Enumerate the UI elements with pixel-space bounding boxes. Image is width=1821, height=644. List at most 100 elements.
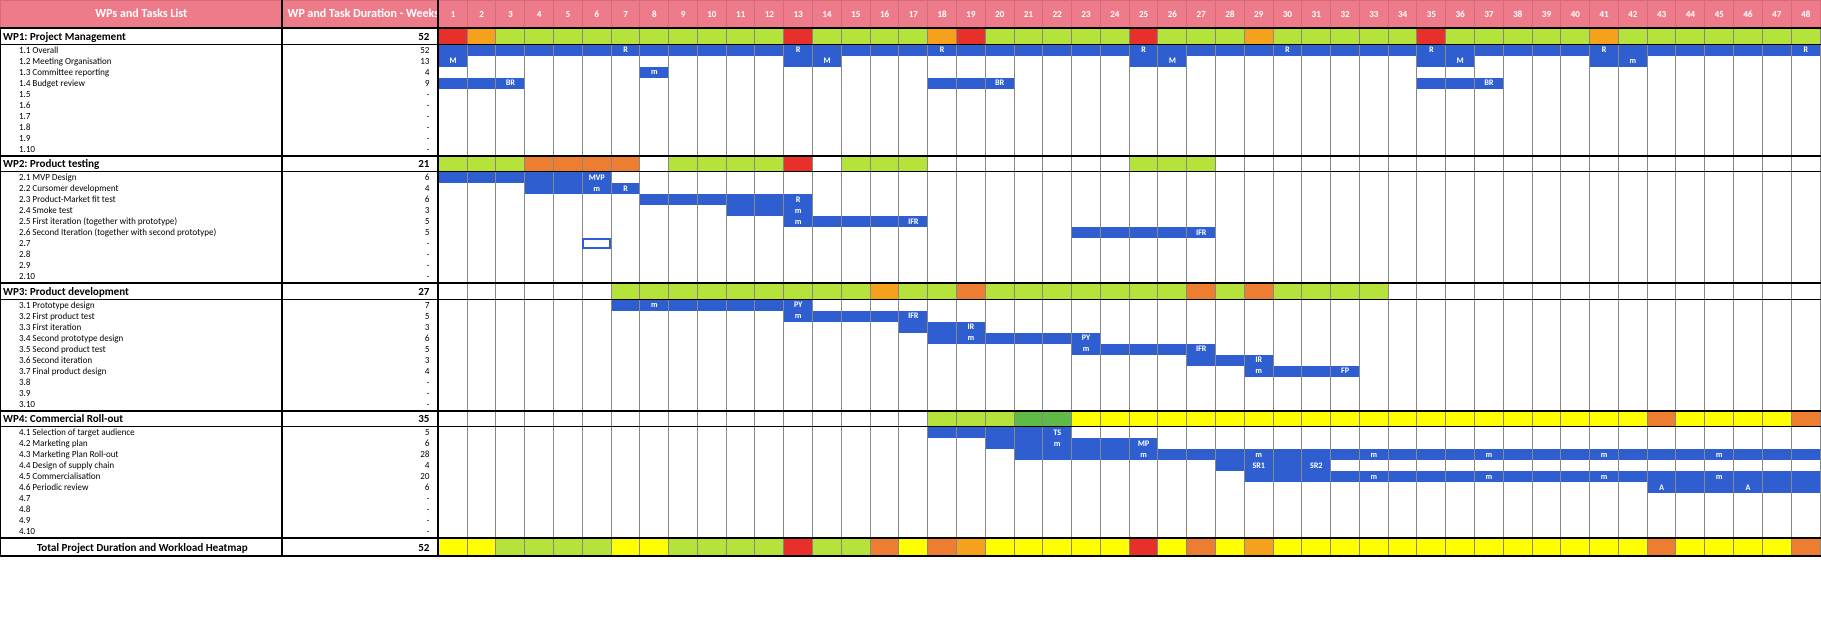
cell: [985, 427, 1014, 439]
cell: [1791, 399, 1820, 411]
task-duration: 7: [282, 299, 438, 311]
cell: [1561, 100, 1590, 111]
cell: [1043, 111, 1072, 122]
cell: [928, 538, 957, 556]
cell: [1590, 100, 1619, 111]
cell: [956, 471, 985, 482]
cell: [582, 449, 611, 460]
cell: [554, 271, 583, 283]
cell: [755, 333, 784, 344]
cell: [1705, 249, 1734, 260]
task-label: 3.8: [1, 377, 283, 388]
cell: [1647, 471, 1676, 482]
task-row: 2.2 Cursomer development4mR: [1, 183, 1821, 194]
cell: [813, 227, 842, 238]
cell: [1561, 526, 1590, 538]
cell: [438, 144, 467, 156]
cell: [611, 260, 640, 271]
cell: [438, 249, 467, 260]
cell: [525, 216, 554, 227]
cell: R: [611, 183, 640, 194]
cell: [1331, 172, 1360, 184]
week-header-20: 20: [985, 1, 1014, 29]
cell: [1187, 366, 1216, 377]
cell: m: [1302, 56, 1331, 67]
cell: [1705, 388, 1734, 399]
cell: [1100, 183, 1129, 194]
cell: [1388, 366, 1417, 377]
cell: [841, 238, 870, 249]
cell: [1331, 111, 1360, 122]
cell: [1072, 89, 1101, 100]
cell: [438, 311, 467, 322]
cell: [1331, 377, 1360, 388]
task-label: 1.9: [1, 133, 283, 144]
cell: [1590, 172, 1619, 184]
task-label: 4.6 Periodic review: [1, 482, 283, 493]
cell: [669, 377, 698, 388]
cell: [1417, 299, 1446, 311]
cell: [1532, 44, 1561, 56]
cell: [841, 89, 870, 100]
cell: [928, 438, 957, 449]
cell: [611, 538, 640, 556]
cell: [1676, 493, 1705, 504]
task-duration: 28: [282, 449, 438, 460]
cell: [1129, 89, 1158, 100]
cell: [697, 271, 726, 283]
cell: [755, 322, 784, 333]
cell: [726, 504, 755, 515]
cell: [554, 28, 583, 44]
cell: [956, 67, 985, 78]
cell: [1158, 355, 1187, 366]
cell: [582, 28, 611, 44]
cell: [813, 482, 842, 493]
cell: [870, 56, 899, 67]
cell: [1331, 260, 1360, 271]
cell: [697, 133, 726, 144]
cell: [669, 366, 698, 377]
task-duration: -: [282, 100, 438, 111]
cell: [525, 538, 554, 556]
cell: [1359, 482, 1388, 493]
cell: [467, 183, 496, 194]
cell: [784, 78, 813, 89]
cell: [1129, 344, 1158, 355]
cell: [1014, 366, 1043, 377]
cell: [1244, 411, 1273, 427]
cell: [1187, 283, 1216, 299]
cell: [784, 355, 813, 366]
cell: [582, 515, 611, 526]
cell: [899, 227, 928, 238]
cell: [525, 111, 554, 122]
cell: [726, 216, 755, 227]
cell: [1331, 504, 1360, 515]
cell: [1014, 482, 1043, 493]
cell: [985, 438, 1014, 449]
cell: [1475, 411, 1504, 427]
cell: [1532, 322, 1561, 333]
cell: [1273, 216, 1302, 227]
cell: [1705, 460, 1734, 471]
cell: [1215, 438, 1244, 449]
cell: [496, 449, 525, 460]
cell: [1014, 28, 1043, 44]
cell: [1331, 515, 1360, 526]
cell: [1273, 526, 1302, 538]
cell: [1590, 271, 1619, 283]
cell: [870, 299, 899, 311]
cell: [1618, 493, 1647, 504]
cell: [1705, 78, 1734, 89]
cell: [1043, 156, 1072, 172]
week-header-3: 3: [496, 1, 525, 29]
cell: [611, 377, 640, 388]
cell: [1618, 515, 1647, 526]
cell: [1215, 411, 1244, 427]
cell: [1446, 67, 1475, 78]
cell: [1129, 493, 1158, 504]
cell: [1273, 471, 1302, 482]
cell: [554, 460, 583, 471]
wp-label: WP2: Product testing: [1, 156, 283, 172]
cell: [496, 366, 525, 377]
cell: [1043, 504, 1072, 515]
